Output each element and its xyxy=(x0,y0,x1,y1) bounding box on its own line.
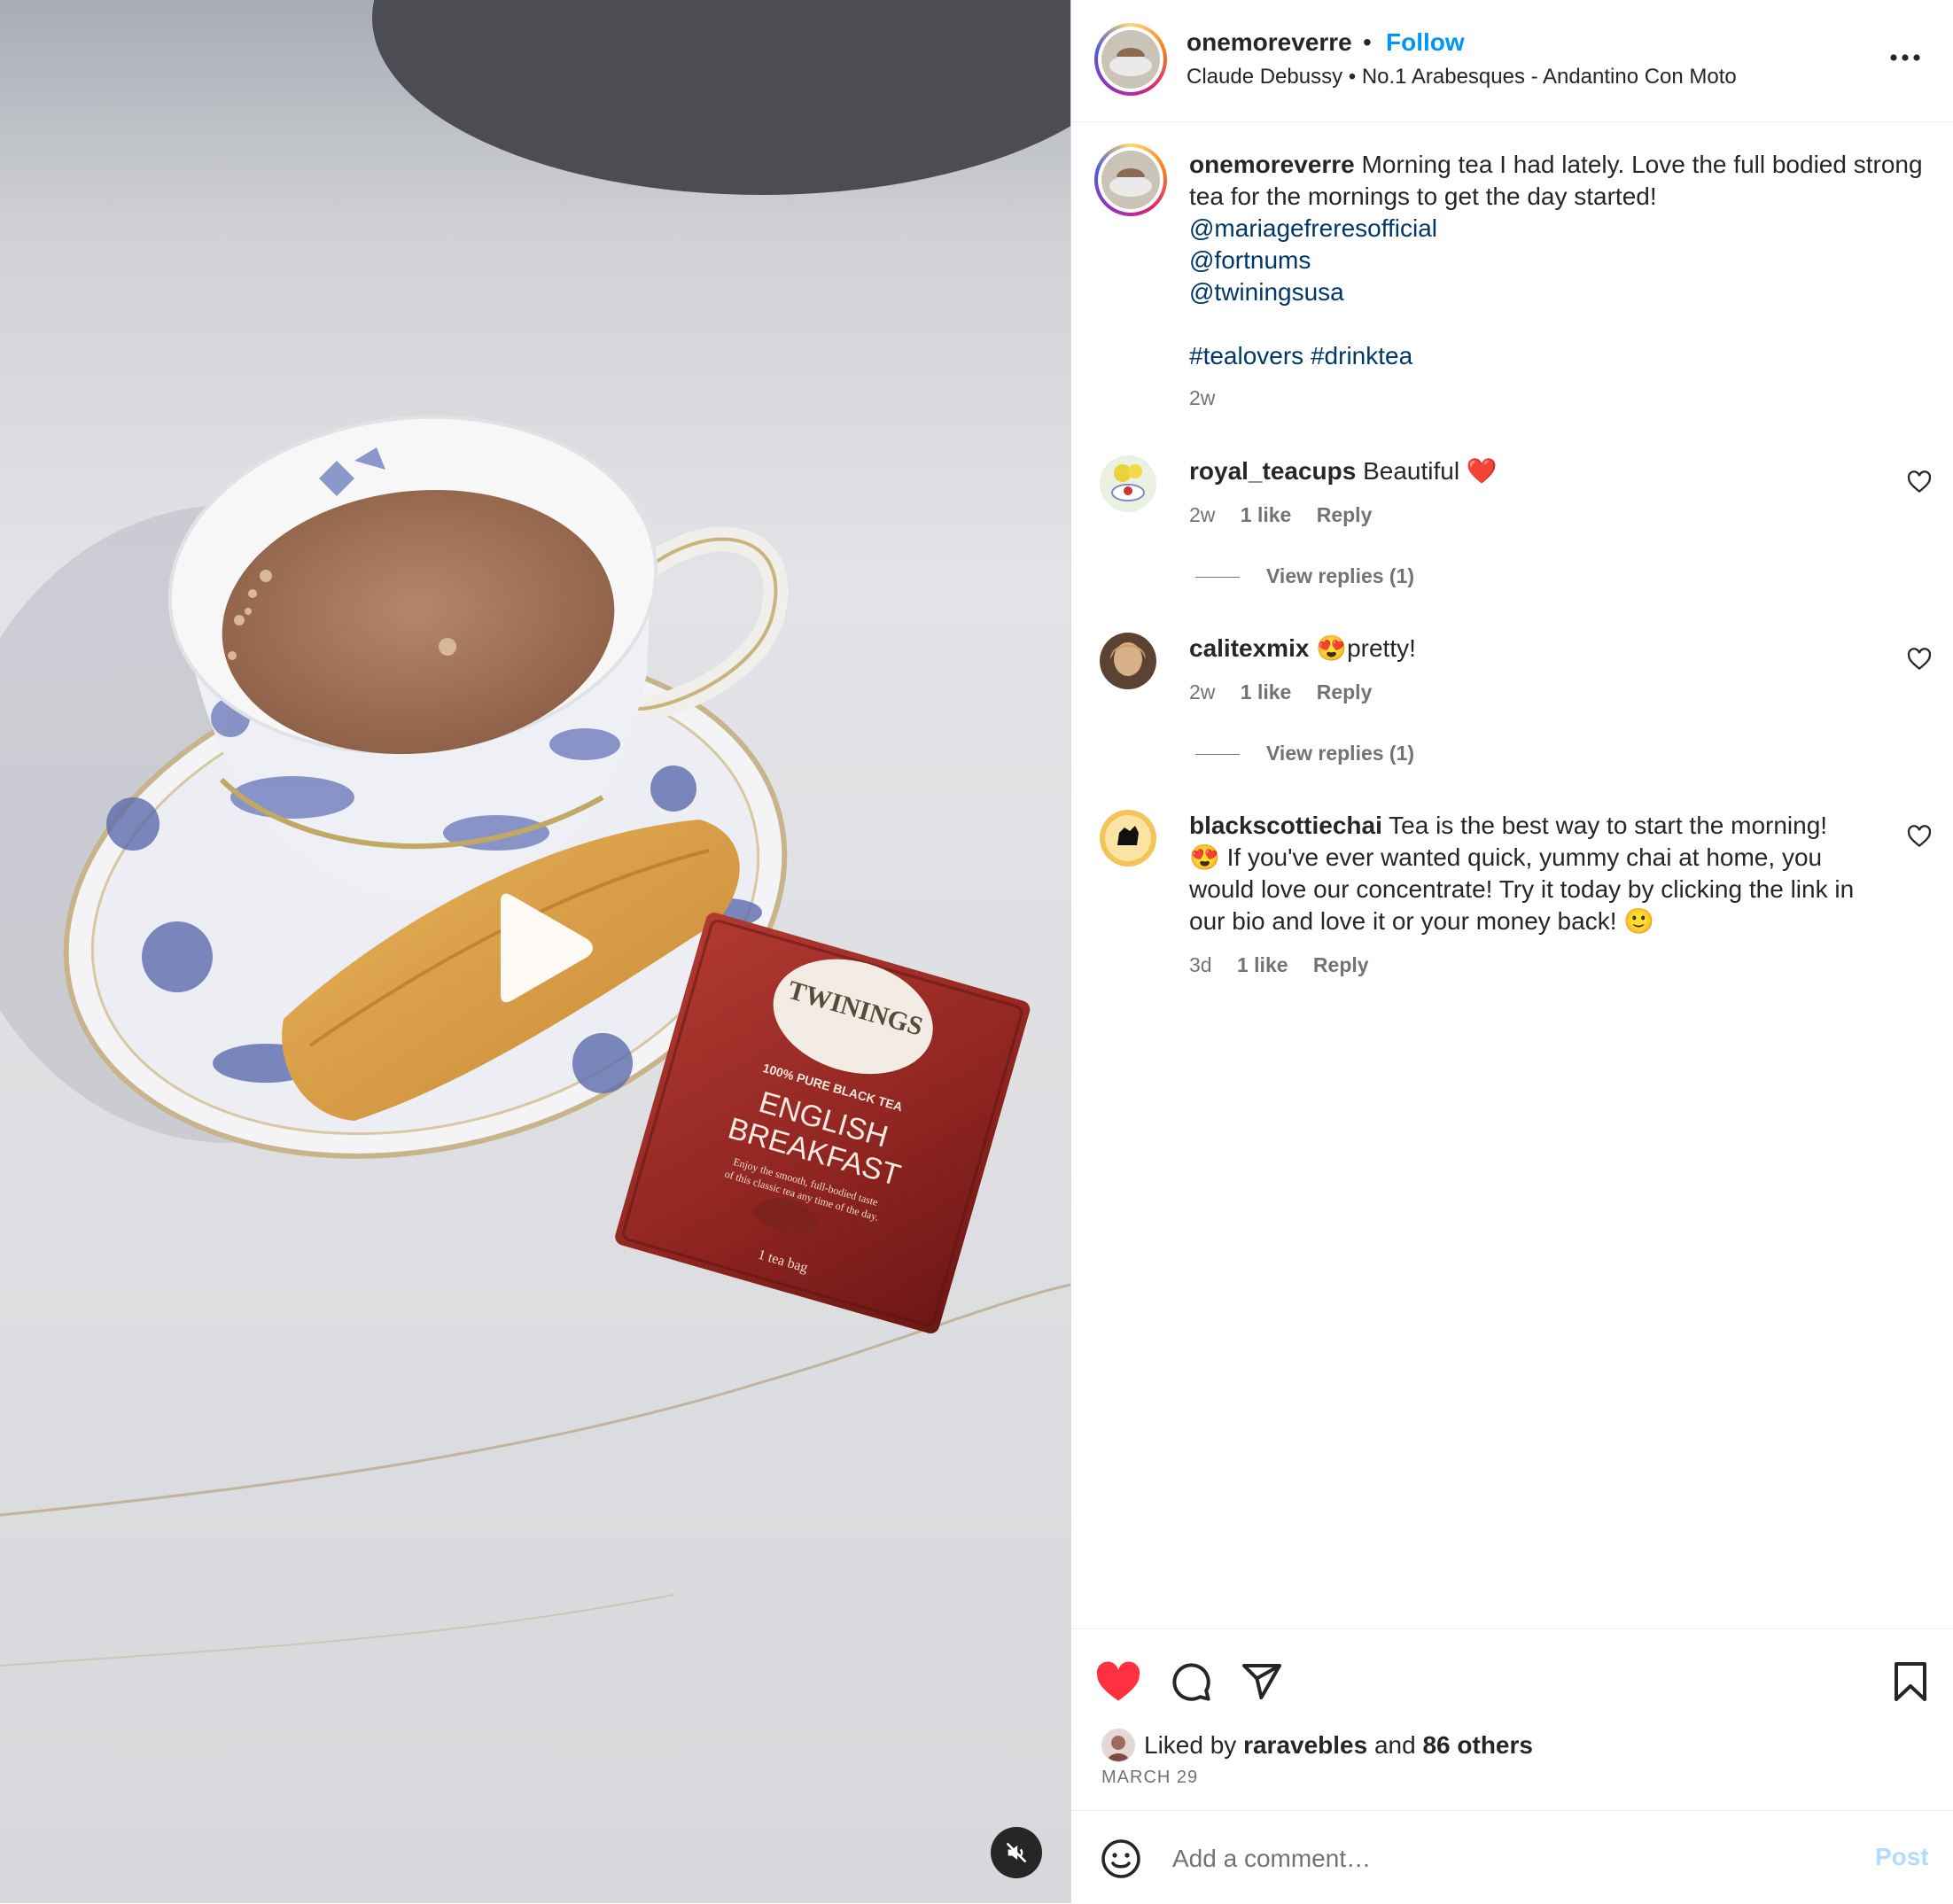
caption-username[interactable]: onemoreverre xyxy=(1189,151,1355,178)
caption-timestamp[interactable]: 2w xyxy=(1189,386,1215,410)
commenter-avatar[interactable] xyxy=(1100,633,1156,689)
comment-text-block: calitexmix 😍pretty! xyxy=(1189,633,1863,664)
caption-author-avatar[interactable] xyxy=(1094,144,1167,216)
like-button[interactable] xyxy=(1093,1656,1144,1707)
comment-input[interactable] xyxy=(1171,1836,1812,1882)
comment-text: Beautiful ❤️ xyxy=(1363,457,1498,485)
comment-time[interactable]: 2w xyxy=(1189,680,1215,703)
bookmark-icon xyxy=(1895,1662,1926,1701)
header-separator: • xyxy=(1363,28,1372,56)
comment-like-button[interactable] xyxy=(1906,469,1933,495)
emoji-icon xyxy=(1101,1839,1140,1878)
comment-username[interactable]: blackscottiechai xyxy=(1189,812,1382,839)
liker-avatar xyxy=(1101,1729,1135,1762)
more-icon xyxy=(1890,54,1920,61)
comment-meta: 2w 1 like Reply xyxy=(1189,680,1391,704)
commenter-avatar[interactable] xyxy=(1100,455,1156,512)
play-icon xyxy=(501,893,593,1003)
heart-icon xyxy=(1907,470,1932,493)
mention-twiningsusa[interactable]: @twiningsusa xyxy=(1189,276,1925,308)
heart-icon xyxy=(1096,1661,1140,1701)
person-avatar-image xyxy=(1100,633,1156,689)
post-date[interactable]: MARCH 29 xyxy=(1101,1768,1198,1788)
scottie-dog-avatar-image xyxy=(1100,810,1156,867)
comment-text-block: blackscottiechai Tea is the best way to … xyxy=(1189,810,1863,937)
mention-mariagefreresofficial[interactable]: @mariagefreresofficial xyxy=(1189,213,1925,245)
view-replies-button[interactable]: View replies (1) xyxy=(1195,742,1414,765)
add-comment-bar: Post xyxy=(1071,1810,1953,1904)
post-side-panel: onemoreverre • Follow Claude Debussy • N… xyxy=(1070,0,1953,1903)
liked-by-conjunction: and xyxy=(1373,1731,1416,1759)
share-icon xyxy=(1242,1664,1281,1699)
liked-by-prefix: Liked by xyxy=(1144,1731,1237,1759)
comment-like-button[interactable] xyxy=(1906,823,1933,850)
post-comment-button[interactable]: Post xyxy=(1875,1843,1929,1871)
follow-button[interactable]: Follow xyxy=(1386,28,1465,57)
comment-time[interactable]: 3d xyxy=(1189,953,1212,976)
hashtag-drinktea[interactable]: #drinktea xyxy=(1311,342,1412,369)
comment-meta: 2w 1 like Reply xyxy=(1189,503,1391,527)
likes-summary[interactable]: Liked by raravebles and 86 others xyxy=(1101,1729,1533,1762)
commenter-avatar[interactable] xyxy=(1100,810,1156,867)
reply-button[interactable]: Reply xyxy=(1317,680,1373,703)
comment-text: 😍pretty! xyxy=(1316,634,1416,662)
replies-divider-line xyxy=(1195,754,1240,756)
comment-likes[interactable]: 1 like xyxy=(1241,503,1292,526)
teacup-avatar-image xyxy=(1101,151,1160,209)
comment-icon xyxy=(1172,1663,1210,1701)
comment-like-button[interactable] xyxy=(1906,646,1933,672)
save-button[interactable] xyxy=(1885,1656,1936,1707)
liked-by-others[interactable]: 86 others xyxy=(1422,1731,1533,1760)
teacups-avatar-image xyxy=(1100,455,1156,512)
comment-likes[interactable]: 1 like xyxy=(1237,953,1288,976)
post-media[interactable]: TWININGS 100% PURE BLACK TEA ENGLISH BRE… xyxy=(0,0,1070,1903)
share-button[interactable] xyxy=(1236,1656,1288,1707)
mute-icon xyxy=(1006,1842,1027,1863)
liked-by-user[interactable]: raravebles xyxy=(1243,1731,1367,1760)
reply-button[interactable]: Reply xyxy=(1317,503,1373,526)
author-avatar[interactable] xyxy=(1094,23,1167,96)
replies-divider-line xyxy=(1195,577,1240,579)
more-options-button[interactable] xyxy=(1883,35,1927,80)
post-header: onemoreverre • Follow Claude Debussy • N… xyxy=(1071,0,1953,122)
comment-button[interactable] xyxy=(1165,1656,1217,1707)
comment-username[interactable]: calitexmix xyxy=(1189,634,1309,662)
caption-text-block: onemoreverre Morning tea I had lately. L… xyxy=(1189,149,1925,372)
post-actions: Liked by raravebles and 86 others MARCH … xyxy=(1071,1628,1953,1811)
heart-icon xyxy=(1907,825,1932,848)
audio-track-link[interactable]: Claude Debussy • No.1 Arabesques - Andan… xyxy=(1187,65,1737,89)
author-username[interactable]: onemoreverre xyxy=(1187,28,1352,57)
play-button[interactable] xyxy=(483,886,598,1010)
hashtag-tealovers[interactable]: #tealovers xyxy=(1189,342,1303,369)
heart-icon xyxy=(1907,648,1932,671)
comment-time[interactable]: 2w xyxy=(1189,503,1215,526)
teacup-avatar-image xyxy=(1101,30,1160,89)
comment-likes[interactable]: 1 like xyxy=(1241,680,1292,703)
person-avatar-image xyxy=(1102,1729,1134,1761)
view-replies-label: View replies (1) xyxy=(1266,564,1415,587)
view-replies-button[interactable]: View replies (1) xyxy=(1195,564,1414,588)
comment-username[interactable]: royal_teacups xyxy=(1189,457,1356,485)
mention-fortnums[interactable]: @fortnums xyxy=(1189,245,1925,276)
view-replies-label: View replies (1) xyxy=(1266,742,1415,765)
emoji-button[interactable] xyxy=(1100,1838,1142,1880)
comment-meta: 3d 1 like Reply xyxy=(1189,953,1389,977)
instagram-post-view: TWININGS 100% PURE BLACK TEA ENGLISH BRE… xyxy=(0,0,1953,1903)
reply-button[interactable]: Reply xyxy=(1313,953,1369,976)
comment-text-block: royal_teacups Beautiful ❤️ xyxy=(1189,455,1863,487)
mute-button[interactable] xyxy=(991,1827,1042,1878)
